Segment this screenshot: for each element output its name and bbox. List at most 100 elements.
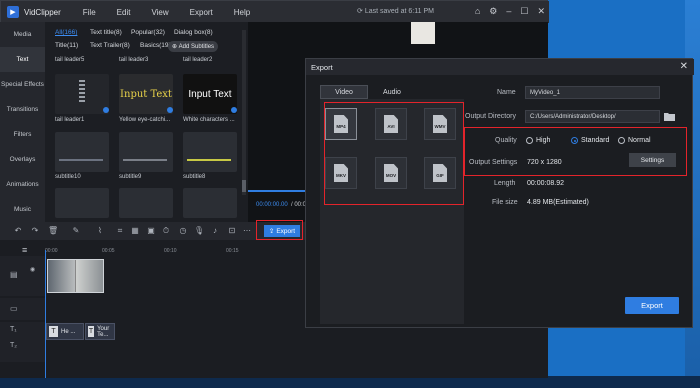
freeze-icon[interactable]: ▣	[146, 226, 156, 236]
item-label: tail leader5	[55, 57, 85, 63]
crop-icon[interactable]: ⌗	[115, 226, 125, 236]
template-thumbnail[interactable]	[55, 188, 109, 218]
settings-button[interactable]: Settings	[629, 153, 676, 167]
template-thumbnail[interactable]	[183, 132, 237, 172]
download-icon[interactable]	[167, 107, 173, 113]
maximize-icon[interactable]: ☐	[520, 6, 528, 16]
template-thumbnail[interactable]	[55, 74, 109, 114]
template-thumbnail[interactable]	[55, 132, 109, 172]
sidebar-item-transitions[interactable]: Transitions	[0, 97, 45, 122]
clip-frame	[76, 260, 103, 292]
item-label: White characters ...	[183, 117, 235, 123]
quality-standard-radio[interactable]	[571, 137, 578, 144]
template-thumbnail[interactable]: Input Text	[119, 74, 173, 114]
preview-text: Input Text	[120, 88, 172, 100]
home-icon[interactable]: ⌂	[475, 6, 480, 16]
track-menu-icon[interactable]: ≡	[22, 245, 27, 255]
template-thumbnail[interactable]: Input Text	[183, 74, 237, 114]
tab-popular[interactable]: Popular(32)	[131, 29, 165, 36]
video-clip[interactable]	[47, 259, 104, 293]
edit-icon[interactable]: ✎	[71, 226, 81, 236]
item-label: Yellow eye-catchi...	[119, 117, 171, 123]
length-label: Length	[494, 180, 516, 187]
add-subtitles-button[interactable]: ⊕ Add Subtitles	[168, 41, 218, 52]
speed-icon[interactable]: ⏱	[161, 226, 171, 236]
tab-basics[interactable]: Basics(19)	[140, 42, 171, 49]
audio-icon[interactable]: ♪	[210, 226, 220, 236]
template-thumbnail[interactable]	[119, 132, 173, 172]
output-directory-input[interactable]: C:/Users/Administrator/Desktop/	[525, 110, 660, 123]
scroll-thumb[interactable]	[242, 180, 246, 192]
quality-high-label: High	[536, 137, 551, 144]
menu-export[interactable]: Export	[190, 8, 213, 17]
split-icon[interactable]: ⌇	[95, 226, 105, 236]
download-icon[interactable]	[231, 107, 237, 113]
output-directory-label: Output Directory	[465, 113, 516, 120]
menu-view[interactable]: View	[151, 8, 168, 17]
lock-icon[interactable]: ⊡	[227, 226, 237, 236]
menu-bar: File Edit View Export Help	[83, 8, 271, 17]
delete-icon[interactable]: 🗑	[48, 226, 58, 236]
more-icon[interactable]: ⋯	[242, 226, 252, 236]
download-icon[interactable]	[103, 107, 109, 113]
ruler-tick: 00:15	[226, 248, 239, 254]
dialog-export-button[interactable]: Export	[625, 297, 679, 314]
sidebar-item-media[interactable]: Media	[0, 22, 45, 47]
quality-standard-label: Standard	[581, 137, 610, 144]
text-clip[interactable]: T He ...	[46, 323, 84, 340]
quality-high-radio[interactable]	[526, 137, 533, 144]
name-label: Name	[497, 89, 516, 96]
menu-help[interactable]: Help	[234, 8, 250, 17]
clock-icon[interactable]: ◷	[178, 226, 188, 236]
quality-normal-radio[interactable]	[618, 137, 625, 144]
name-input[interactable]: MyVideo_1	[525, 86, 660, 99]
text-clip-label: Your Te...	[97, 325, 110, 338]
subtitle-line	[59, 159, 103, 161]
redo-icon[interactable]: ↷	[30, 226, 40, 236]
preview-frame	[411, 22, 435, 44]
saved-status: ⟳ Last saved at 6:11 PM	[357, 8, 434, 15]
sidebar-item-special-effects[interactable]: Special Effects	[0, 72, 45, 97]
sidebar-item-text[interactable]: Text	[0, 47, 45, 72]
minimize-icon[interactable]: –	[506, 6, 511, 16]
text-track-header: T₁ T₂	[0, 322, 45, 362]
menu-edit[interactable]: Edit	[117, 8, 131, 17]
template-thumbnail[interactable]	[119, 188, 173, 218]
ruler-tick: 00:00	[45, 248, 58, 254]
tab-dialog-box[interactable]: Dialog box(8)	[174, 29, 213, 36]
sidebar-item-music[interactable]: Music	[0, 197, 45, 222]
tab-audio[interactable]: Audio	[368, 85, 416, 99]
template-thumbnail[interactable]	[183, 188, 237, 218]
close-icon[interactable]: ✕	[537, 6, 545, 16]
tab-all[interactable]: All(166)	[55, 29, 77, 36]
sidebar-item-animations[interactable]: Animations	[0, 172, 45, 197]
tab-text-title[interactable]: Text title(8)	[90, 29, 122, 36]
ruler-tick: 00:10	[164, 248, 177, 254]
playhead[interactable]	[45, 250, 46, 378]
dialog-close-icon[interactable]: ✕	[680, 61, 688, 72]
item-label: subtitle10	[55, 174, 81, 180]
playback-progress[interactable]	[248, 190, 308, 192]
mosaic-icon[interactable]: ▦	[130, 226, 140, 236]
text-clip-label: He ...	[61, 328, 76, 335]
tab-title[interactable]: Title(11)	[55, 42, 78, 49]
text-clip[interactable]: T Your Te...	[85, 323, 115, 340]
undo-icon[interactable]: ↶	[13, 226, 23, 236]
item-label: subtitle9	[119, 174, 142, 180]
folder-icon[interactable]	[664, 112, 675, 121]
sidebar-item-filters[interactable]: Filters	[0, 122, 45, 147]
menu-file[interactable]: File	[83, 8, 96, 17]
tab-text-trailer[interactable]: Text Trailer(8)	[90, 42, 130, 49]
mic-icon[interactable]: 🎙	[194, 226, 204, 236]
track-lock-icon[interactable]: ◉	[30, 266, 35, 273]
format-tabs: Video Audio	[320, 85, 450, 99]
highlight-box-formats	[324, 102, 464, 205]
sidebar-item-overlays[interactable]: Overlays	[0, 147, 45, 172]
item-label: tail leader3	[119, 57, 149, 63]
settings-gear-icon[interactable]: ⚙	[489, 6, 497, 16]
quality-normal-label: Normal	[628, 137, 651, 144]
library-scrollbar[interactable]	[242, 30, 246, 195]
subtitle-line	[123, 159, 167, 161]
tab-video[interactable]: Video	[320, 85, 368, 99]
video-track-icon: ▤	[10, 270, 18, 279]
